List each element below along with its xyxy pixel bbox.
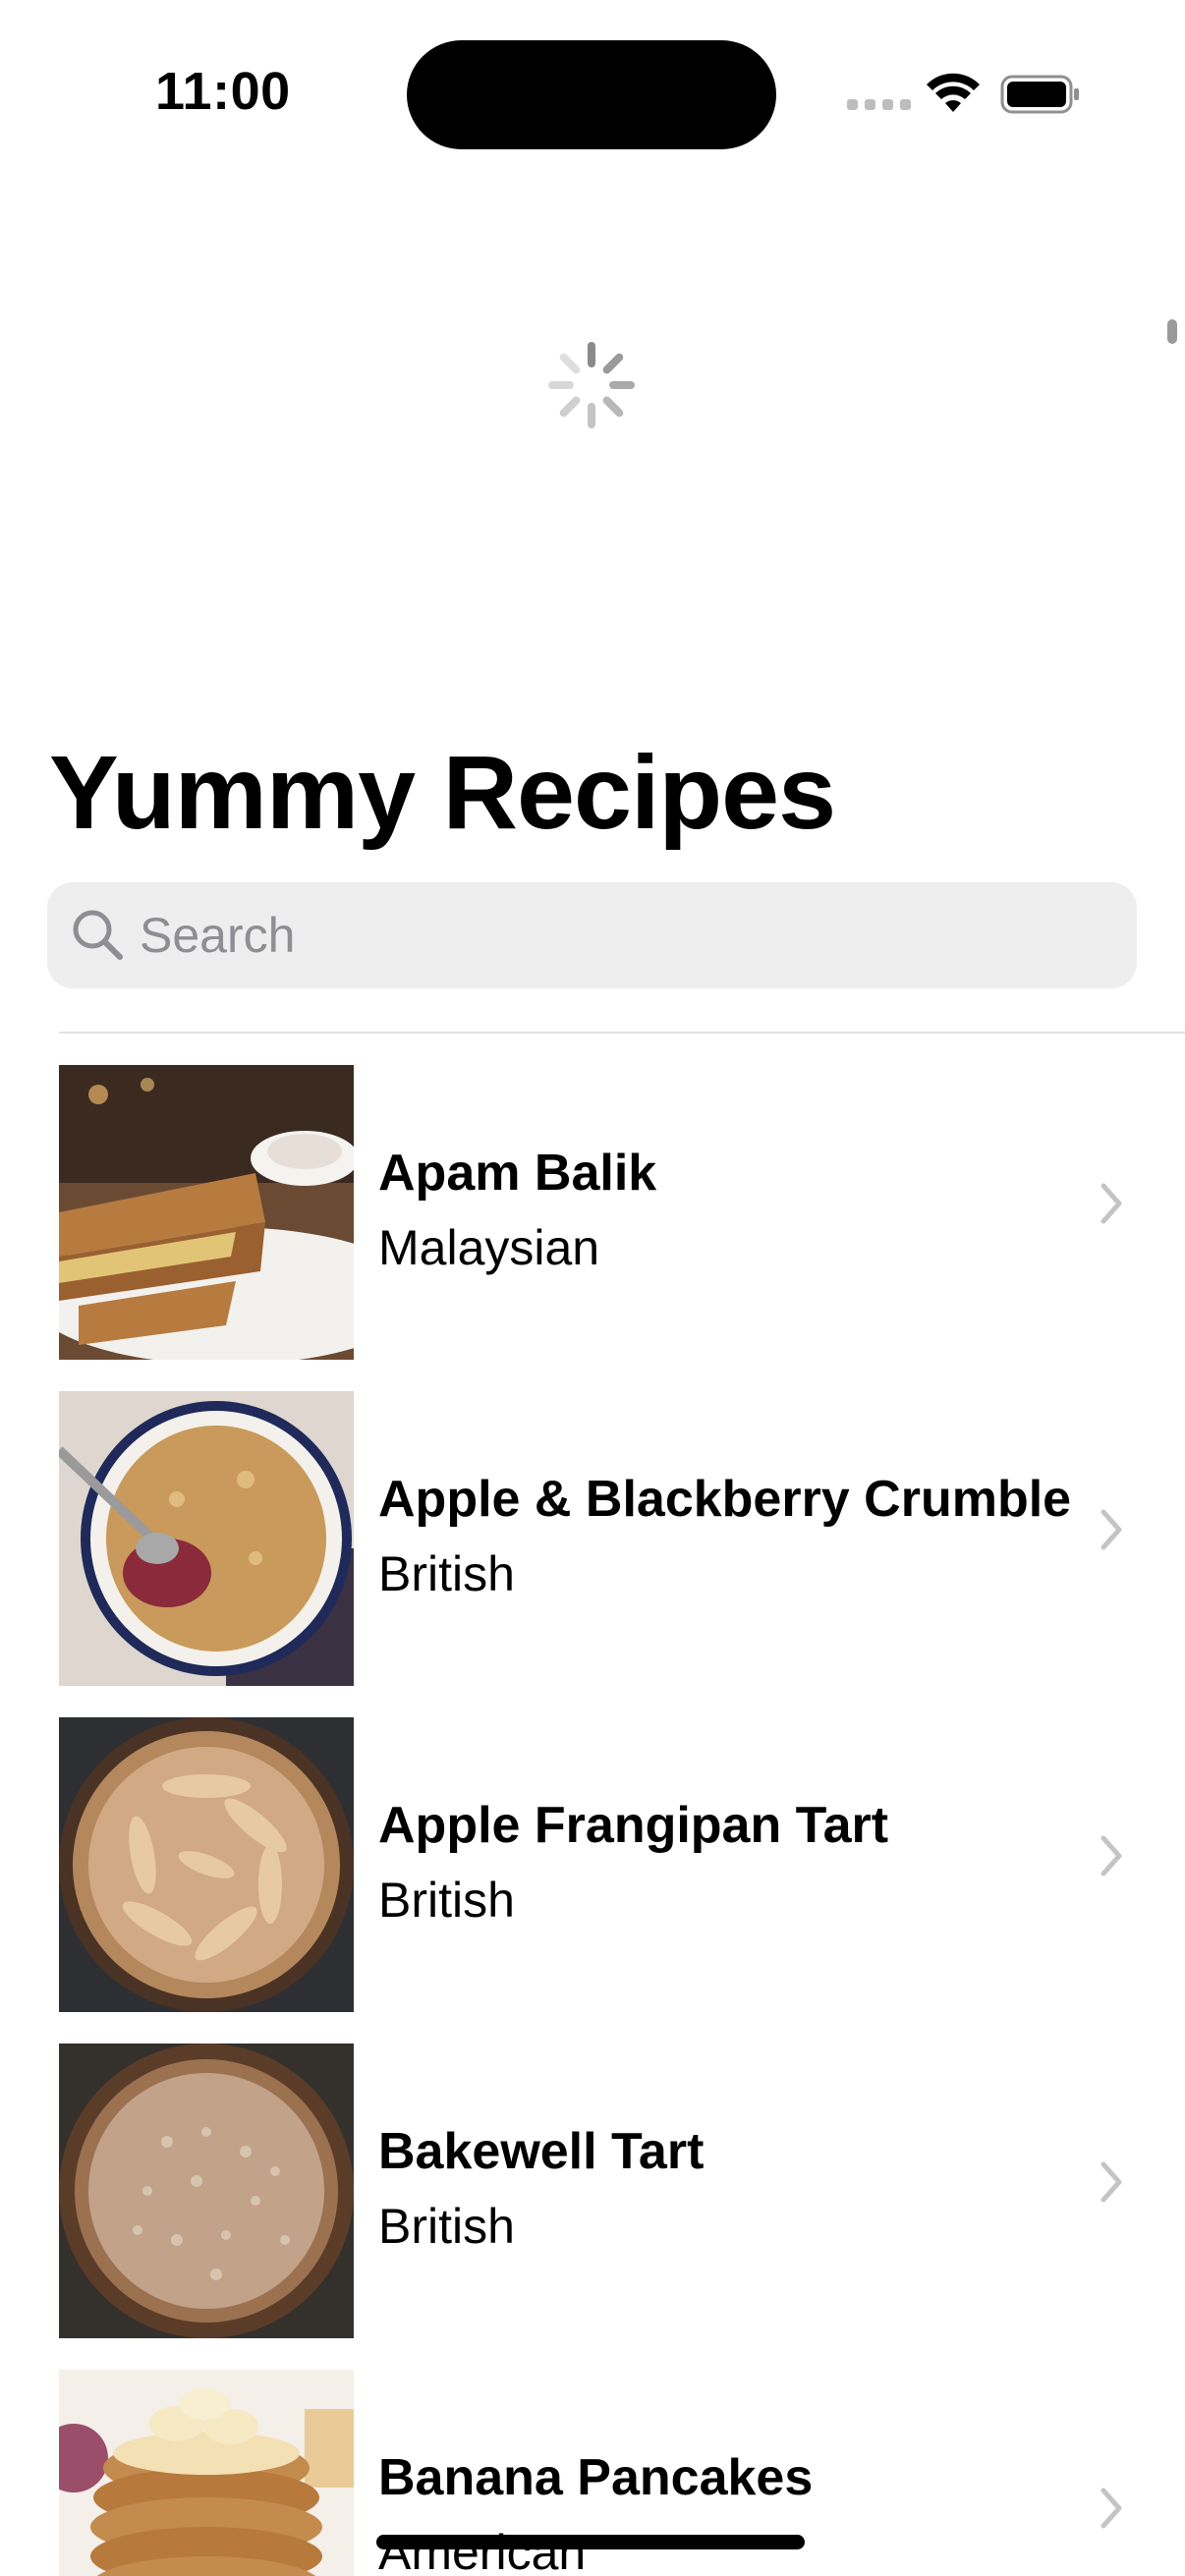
- search-input[interactable]: [140, 902, 1102, 969]
- chevron-right-icon: [1100, 2161, 1122, 2203]
- magnifying-glass-icon: [73, 910, 123, 960]
- status-time: 11:00: [155, 62, 291, 121]
- recipe-thumbnail: [59, 1065, 354, 1360]
- recipe-row[interactable]: Apple & Blackberry Crumble British: [0, 1377, 1185, 1686]
- activity-spinner-icon: [548, 342, 635, 428]
- recipe-thumbnail: [59, 1391, 354, 1686]
- page-title: Yummy Recipes: [49, 735, 836, 851]
- recipe-cuisine: British: [378, 1873, 515, 1928]
- cellular-signal-icon: [847, 99, 911, 110]
- scroll-indicator[interactable]: [1167, 319, 1177, 344]
- recipe-cuisine: British: [378, 1546, 515, 1601]
- recipe-row[interactable]: Apple Frangipan Tart British: [0, 1704, 1185, 2012]
- list-separator: [59, 1032, 1185, 1034]
- recipe-name: Bakewell Tart: [378, 2123, 705, 2180]
- dynamic-island: [407, 40, 776, 149]
- home-indicator[interactable]: [376, 2535, 805, 2549]
- recipe-name: Apple & Blackberry Crumble: [378, 1471, 1072, 1528]
- recipe-thumbnail: [59, 1717, 354, 2012]
- recipe-name: Banana Pancakes: [378, 2449, 814, 2506]
- battery-icon: [1000, 75, 1079, 114]
- chevron-right-icon: [1100, 1183, 1122, 1224]
- search-bar[interactable]: [47, 882, 1137, 988]
- chevron-right-icon: [1100, 1835, 1122, 1876]
- app-screen: 11:00 Yummy Recipes Search Apam Balik Ma…: [0, 0, 1185, 2576]
- recipe-thumbnail: [59, 2370, 354, 2576]
- recipe-cuisine: Malaysian: [378, 1220, 600, 1275]
- recipe-row[interactable]: Apam Balik Malaysian: [0, 1051, 1185, 1360]
- chevron-right-icon: [1100, 2488, 1122, 2529]
- recipe-name: Apam Balik: [378, 1145, 657, 1202]
- recipe-row[interactable]: Bakewell Tart British: [0, 2030, 1185, 2338]
- wifi-icon: [927, 73, 980, 112]
- recipe-thumbnail: [59, 2044, 354, 2338]
- recipe-cuisine: British: [378, 2199, 515, 2254]
- chevron-right-icon: [1100, 1509, 1122, 1550]
- recipe-name: Apple Frangipan Tart: [378, 1797, 889, 1854]
